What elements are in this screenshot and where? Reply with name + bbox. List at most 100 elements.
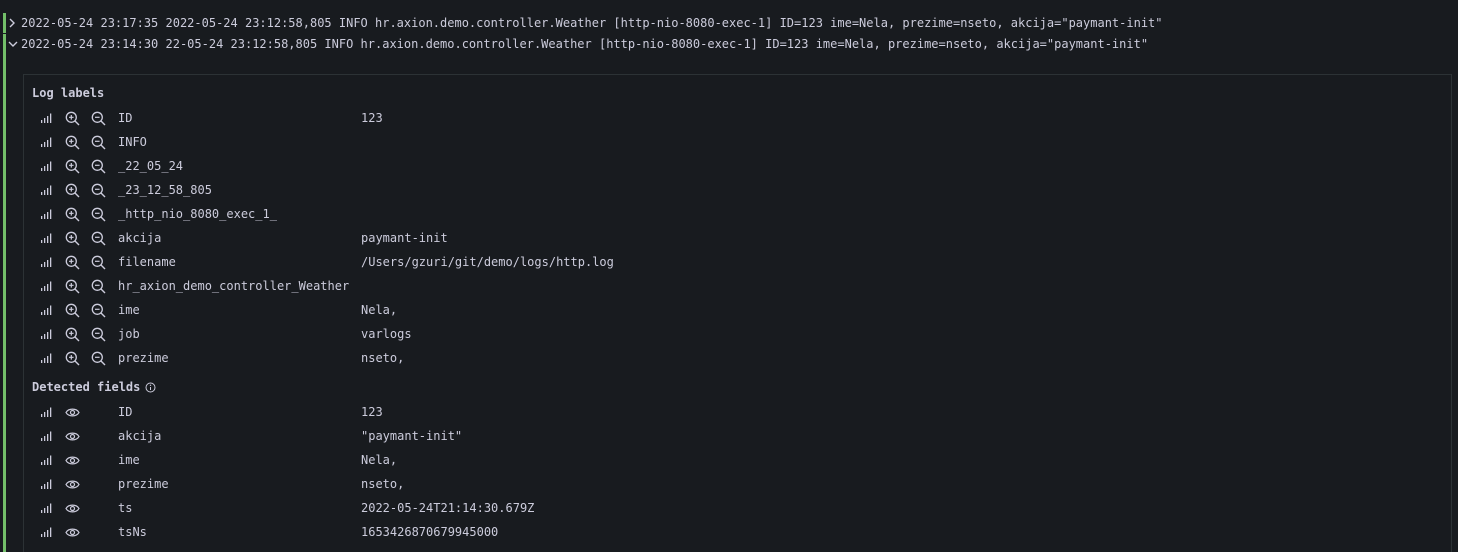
- log-label-row: _22_05_24: [24, 154, 1444, 178]
- field-key: _http_nio_8080_exec_1_: [118, 207, 277, 221]
- log-label-row: INFO: [24, 130, 1444, 154]
- field-value: 2022-05-24T21:14:30.679Z: [361, 501, 535, 515]
- zoom-in-icon[interactable]: [64, 230, 80, 246]
- zoom-in-icon[interactable]: [64, 206, 80, 222]
- detected-field-row: ime Nela,: [24, 448, 1444, 472]
- eye-icon[interactable]: [64, 452, 80, 468]
- field-key: ID: [118, 111, 133, 125]
- field-key: job: [118, 327, 140, 341]
- field-key: hr_axion_demo_controller_Weather: [118, 279, 350, 293]
- field-key: akcija: [118, 429, 162, 443]
- zoom-in-icon[interactable]: [64, 254, 80, 270]
- field-value: 123: [361, 111, 383, 125]
- bar-chart-icon[interactable]: [38, 326, 54, 342]
- field-value: Nela,: [361, 303, 398, 317]
- zoom-out-icon[interactable]: [90, 302, 106, 318]
- field-key: ime: [118, 453, 140, 467]
- log-level-indicator: [3, 13, 6, 33]
- eye-icon[interactable]: [64, 524, 80, 540]
- zoom-in-icon[interactable]: [64, 326, 80, 342]
- detected-field-row: akcija "paymant-init": [24, 424, 1444, 448]
- bar-chart-icon[interactable]: [38, 254, 54, 270]
- field-value: varlogs: [361, 327, 412, 341]
- field-value: Nela,: [361, 453, 398, 467]
- bar-chart-icon[interactable]: [38, 110, 54, 126]
- zoom-out-icon[interactable]: [90, 110, 106, 126]
- log-label-row: _23_12_58_805: [24, 178, 1444, 202]
- log-label-row: prezime nseto,: [24, 346, 1444, 370]
- zoom-in-icon[interactable]: [64, 110, 80, 126]
- field-value: nseto,: [361, 477, 405, 491]
- bar-chart-icon[interactable]: [38, 182, 54, 198]
- log-row[interactable]: 2022-05-24 23:14:30 22-05-24 23:12:58,80…: [0, 34, 1458, 54]
- zoom-in-icon[interactable]: [64, 182, 80, 198]
- bar-chart-icon[interactable]: [38, 158, 54, 174]
- field-key: ime: [118, 303, 140, 317]
- zoom-in-icon[interactable]: [64, 158, 80, 174]
- detected-field-row: ID 123: [24, 400, 1444, 424]
- eye-icon[interactable]: [64, 500, 80, 516]
- log-row[interactable]: 2022-05-24 23:17:35 2022-05-24 23:12:58,…: [0, 13, 1458, 33]
- log-line-text: 2022-05-24 23:17:35 2022-05-24 23:12:58,…: [21, 16, 1163, 30]
- eye-icon[interactable]: [64, 404, 80, 420]
- bar-chart-icon[interactable]: [38, 278, 54, 294]
- bar-chart-icon[interactable]: [38, 206, 54, 222]
- bar-chart-icon[interactable]: [38, 524, 54, 540]
- zoom-out-icon[interactable]: [90, 206, 106, 222]
- info-circle-icon[interactable]: [145, 382, 156, 393]
- log-level-indicator: [3, 34, 6, 54]
- bar-chart-icon[interactable]: [38, 428, 54, 444]
- zoom-out-icon[interactable]: [90, 230, 106, 246]
- zoom-out-icon[interactable]: [90, 182, 106, 198]
- bar-chart-icon[interactable]: [38, 500, 54, 516]
- field-key: INFO: [118, 135, 147, 149]
- zoom-in-icon[interactable]: [64, 278, 80, 294]
- eye-icon[interactable]: [64, 428, 80, 444]
- zoom-out-icon[interactable]: [90, 158, 106, 174]
- chevron-down-icon[interactable]: [8, 34, 18, 54]
- field-value: /Users/gzuri/git/demo/logs/http.log: [361, 255, 614, 269]
- field-key: _22_05_24: [118, 159, 184, 173]
- bar-chart-icon[interactable]: [38, 302, 54, 318]
- bar-chart-icon[interactable]: [38, 404, 54, 420]
- log-line-text: 2022-05-24 23:14:30 22-05-24 23:12:58,80…: [21, 37, 1149, 51]
- bar-chart-icon[interactable]: [38, 476, 54, 492]
- bar-chart-icon[interactable]: [38, 230, 54, 246]
- field-key: ID: [118, 405, 133, 419]
- field-key: tsNs: [118, 525, 147, 539]
- zoom-in-icon[interactable]: [64, 134, 80, 150]
- field-value: nseto,: [361, 351, 405, 365]
- field-key: ts: [118, 501, 133, 515]
- field-key: filename: [118, 255, 176, 269]
- log-details-panel: Log labels ID 123 INFO _22_05_24 _23_12_58_8…: [23, 74, 1452, 552]
- field-value: 1653426870679945000: [361, 525, 499, 539]
- zoom-in-icon[interactable]: [64, 302, 80, 318]
- field-value: 123: [361, 405, 383, 419]
- log-label-row: akcija paymant-init: [24, 226, 1444, 250]
- section-title: Log labels: [32, 86, 105, 100]
- bar-chart-icon[interactable]: [38, 350, 54, 366]
- log-label-row: ime Nela,: [24, 298, 1444, 322]
- chevron-right-icon[interactable]: [8, 13, 16, 33]
- zoom-out-icon[interactable]: [90, 134, 106, 150]
- log-label-row: _http_nio_8080_exec_1_: [24, 202, 1444, 226]
- zoom-out-icon[interactable]: [90, 278, 106, 294]
- zoom-out-icon[interactable]: [90, 254, 106, 270]
- eye-icon[interactable]: [64, 476, 80, 492]
- field-value: paymant-init: [361, 231, 448, 245]
- bar-chart-icon[interactable]: [38, 452, 54, 468]
- zoom-out-icon[interactable]: [90, 350, 106, 366]
- log-label-row: hr_axion_demo_controller_Weather: [24, 274, 1444, 298]
- log-level-indicator: [3, 54, 6, 552]
- field-key: _23_12_58_805: [118, 183, 212, 197]
- log-label-row: filename/Users/gzuri/git/demo/logs/http.…: [24, 250, 1444, 274]
- log-label-row: ID 123: [24, 106, 1444, 130]
- bar-chart-icon[interactable]: [38, 134, 54, 150]
- log-label-row: job varlogs: [24, 322, 1444, 346]
- zoom-in-icon[interactable]: [64, 350, 80, 366]
- detected-field-row: prezime nseto,: [24, 472, 1444, 496]
- field-value: "paymant-init": [361, 429, 463, 443]
- detected-field-row: ts 2022-05-24T21:14:30.679Z: [24, 496, 1444, 520]
- section-title: Detected fields: [32, 380, 141, 394]
- zoom-out-icon[interactable]: [90, 326, 106, 342]
